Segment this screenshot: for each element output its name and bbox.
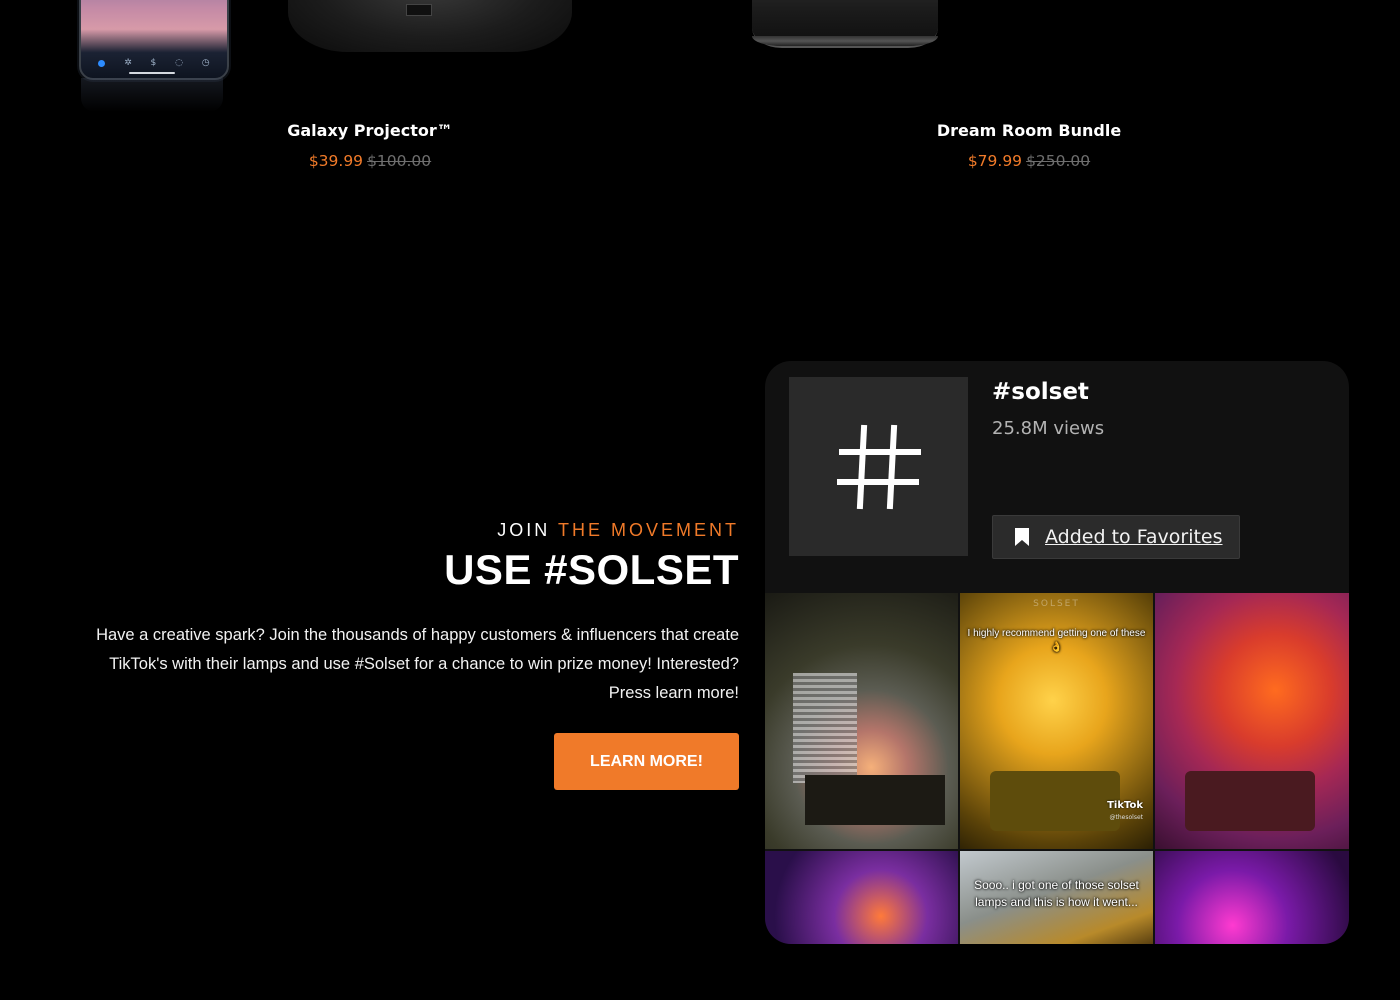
dream-room-bundle-image[interactable] <box>752 0 938 48</box>
tiktok-watermark: TikTok <box>1107 800 1143 811</box>
phone-reflection <box>81 78 223 112</box>
sale-price: $39.99 <box>308 152 364 170</box>
page: ✲ $ ◌ ◷ Galaxy Projector™ $39.99 $100.00 Dre… <box>0 0 1400 1000</box>
original-price: $100.00 <box>367 152 432 170</box>
hashtag-views: 25.8M views <box>992 418 1105 439</box>
video-thumbnail[interactable] <box>1155 851 1349 944</box>
video-caption: I highly recommend getting one of these … <box>967 628 1146 653</box>
brand-watermark: SOLSET <box>1033 599 1080 609</box>
added-to-favorites-button[interactable]: Added to Favorites <box>992 515 1240 559</box>
video-thumbnail[interactable] <box>765 851 958 944</box>
product-title-galaxy-projector[interactable]: Galaxy Projector™ <box>220 121 520 140</box>
bed <box>1185 771 1315 831</box>
video-caption: Sooo.. i got one of those solset lamps a… <box>974 878 1139 909</box>
product-title-dream-room-bundle[interactable]: Dream Room Bundle <box>879 121 1179 140</box>
projector-logo <box>406 4 432 16</box>
video-thumbnail[interactable]: SOLSET I highly recommend getting one of… <box>960 593 1153 849</box>
video-thumbnail[interactable] <box>1155 593 1349 849</box>
favorite-label: Added to Favorites <box>1045 526 1223 548</box>
galaxy-projector-image[interactable] <box>288 0 572 52</box>
tiktok-handle: @thesolset <box>1109 814 1143 821</box>
window-blind <box>793 673 857 783</box>
price-row: $79.99 $250.00 <box>879 152 1179 170</box>
phone-home-indicator <box>129 72 175 74</box>
desk <box>805 775 945 825</box>
hashtag-icon <box>836 424 921 509</box>
video-thumbnail[interactable] <box>765 593 958 849</box>
bed <box>990 771 1120 831</box>
eyebrow-plain: JOIN <box>497 520 558 540</box>
phone-dock: ✲ $ ◌ ◷ <box>89 57 219 69</box>
section-body: Have a creative spark? Join the thousand… <box>96 626 739 702</box>
original-price: $250.00 <box>1026 152 1091 170</box>
price-row: $39.99 $100.00 <box>220 152 520 170</box>
phone-app-image[interactable]: ✲ $ ◌ ◷ <box>79 0 229 80</box>
section-eyebrow: JOIN THE MOVEMENT <box>497 520 739 541</box>
hashtag-name[interactable]: #solset <box>992 379 1089 405</box>
video-thumbnail[interactable]: Sooo.. i got one of those solset lamps a… <box>960 851 1153 944</box>
section-headline: USE #SOLSET <box>444 546 739 593</box>
learn-more-button[interactable]: LEARN MORE! <box>554 733 739 790</box>
tiktok-hashtag-card[interactable]: #solset 25.8M views Added to Favorites S… <box>765 361 1349 944</box>
eyebrow-accent: THE MOVEMENT <box>557 520 739 540</box>
sale-price: $79.99 <box>967 152 1023 170</box>
bookmark-icon <box>1015 528 1029 546</box>
video-grid: SOLSET I highly recommend getting one of… <box>765 593 1349 944</box>
hashtag-tile <box>789 377 968 556</box>
